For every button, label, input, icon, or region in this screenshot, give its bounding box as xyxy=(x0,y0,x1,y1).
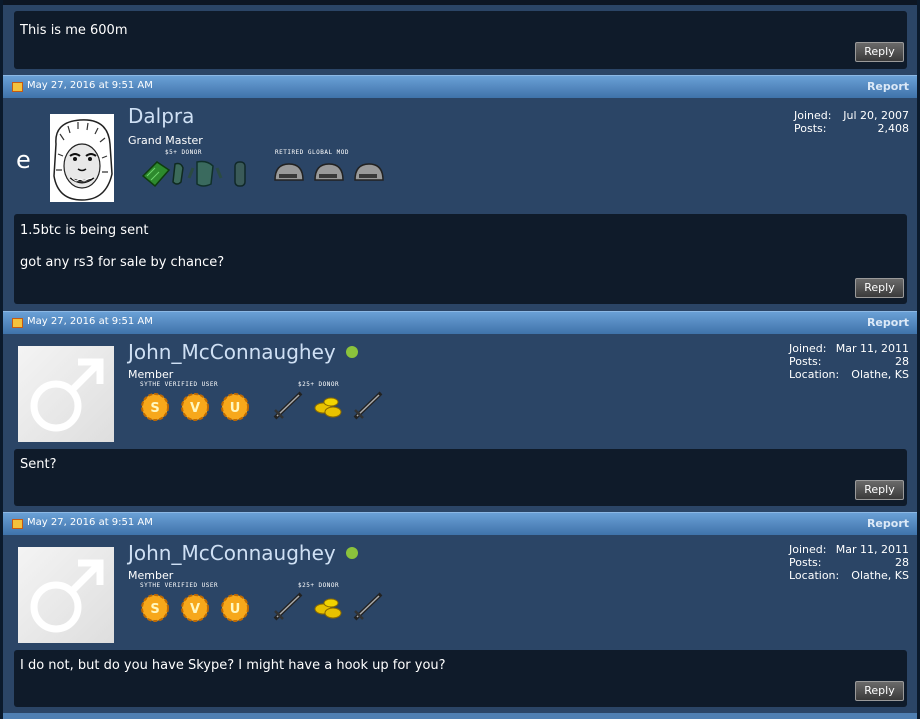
avatar-side-letter: e xyxy=(16,146,31,174)
svg-text:U: U xyxy=(230,401,241,416)
gold-coins-icon xyxy=(314,598,342,619)
user-title: Member xyxy=(128,569,174,582)
yeti-face-icon xyxy=(53,119,113,201)
post-message-text: Sent? xyxy=(20,457,57,472)
male-symbol-icon xyxy=(30,559,104,633)
badge-group-label-retired-mod: RETIRED GLOBAL MOD xyxy=(275,149,350,156)
reply-button[interactable]: Reply xyxy=(855,278,904,298)
post-header: May 27, 2016 at 9:51 AM Report xyxy=(3,512,917,535)
post-message-text: 1.5btc is being sent got any rs3 for sal… xyxy=(20,223,225,270)
stat-location: Location: Olathe, KS xyxy=(789,569,909,582)
svg-text:S: S xyxy=(150,401,159,416)
stat-joined: Joined: Jul 20, 2007 xyxy=(794,109,909,122)
reply-button[interactable]: Reply xyxy=(855,480,904,500)
stat-posts: Posts: 2,408 xyxy=(794,122,909,135)
post-status-icon xyxy=(12,82,23,92)
mod-helmet-icons xyxy=(274,163,384,181)
user-title: Grand Master xyxy=(128,134,203,147)
username[interactable]: Dalpra xyxy=(128,104,194,128)
avatar[interactable] xyxy=(18,346,114,442)
post-date: May 27, 2016 at 9:51 AM xyxy=(27,80,153,91)
male-symbol-icon xyxy=(30,358,104,432)
helmet-icon xyxy=(274,163,304,181)
sythe-badge-icon: S xyxy=(141,393,169,421)
reply-button[interactable]: Reply xyxy=(855,681,904,701)
post-status-icon xyxy=(12,519,23,529)
post-date: May 27, 2016 at 9:51 AM xyxy=(27,316,153,327)
top-border xyxy=(3,0,917,5)
report-link[interactable]: Report xyxy=(867,316,909,329)
post-userinfo: e Dalpra Grand Master $5+ DONOR RETIRED … xyxy=(3,98,917,214)
badge-group-label-donor: $25+ DONOR xyxy=(298,582,340,589)
post-date: May 27, 2016 at 9:51 AM xyxy=(27,517,153,528)
thread-container: This is me 600m Reply May 27, 2016 at 9:… xyxy=(3,0,917,719)
sythe-badge-icon: S xyxy=(141,594,169,622)
badge-group-label-verified: SYTHE VERIFIED USER xyxy=(140,381,219,388)
username[interactable]: John_McConnaughey xyxy=(128,340,358,364)
badge-group-label-donor: $5+ DONOR xyxy=(165,149,203,156)
report-link[interactable]: Report xyxy=(867,517,909,530)
verified-badges: S V U xyxy=(140,593,252,623)
stat-posts: Posts: 28 xyxy=(789,355,909,368)
user-badge-icon: U xyxy=(221,393,249,421)
online-status-icon xyxy=(345,546,358,559)
svg-text:V: V xyxy=(190,401,200,416)
post-message-box: 1.5btc is being sent got any rs3 for sal… xyxy=(14,214,907,304)
user-stats: Joined: Jul 20, 2007 Posts: 2,408 xyxy=(794,109,909,135)
stat-location: Location: Olathe, KS xyxy=(789,368,909,381)
donor-items-icon xyxy=(273,592,383,621)
post-userinfo: John_McConnaughey Member SYTHE VERIFIED … xyxy=(3,535,917,650)
badge-group-label-donor: $25+ DONOR xyxy=(298,381,340,388)
verified-badges: S V U xyxy=(140,392,252,422)
badge-group-label-verified: SYTHE VERIFIED USER xyxy=(140,582,219,589)
post-message-text: I do not, but do you have Skype? I might… xyxy=(20,658,446,673)
svg-text:U: U xyxy=(230,602,241,617)
post-userinfo: John_McConnaughey Member SYTHE VERIFIED … xyxy=(3,334,917,449)
verified-badge-icon: V xyxy=(181,393,209,421)
report-link[interactable]: Report xyxy=(867,80,909,93)
post-message-text: This is me 600m xyxy=(20,23,128,38)
post-status-icon xyxy=(12,318,23,328)
verified-badge-icon: V xyxy=(181,594,209,622)
user-stats: Joined: Mar 11, 2011 Posts: 28 Location: Ol… xyxy=(789,543,909,582)
post-message-box: Sent? Reply xyxy=(14,449,907,506)
avatar[interactable] xyxy=(50,114,114,202)
stat-joined: Joined: Mar 11, 2011 xyxy=(789,543,909,556)
donor-items-icon xyxy=(273,391,383,420)
stat-joined: Joined: Mar 11, 2011 xyxy=(789,342,909,355)
reply-button[interactable]: Reply xyxy=(855,42,904,62)
user-stats: Joined: Mar 11, 2011 Posts: 28 Location: Ol… xyxy=(789,342,909,381)
avatar[interactable] xyxy=(18,547,114,643)
gold-coins-icon xyxy=(314,397,342,418)
user-badge-icon: U xyxy=(221,594,249,622)
online-status-icon xyxy=(345,345,358,358)
username[interactable]: John_McConnaughey xyxy=(128,541,358,565)
svg-text:S: S xyxy=(150,602,159,617)
next-post-header-edge xyxy=(3,713,917,719)
post-header: May 27, 2016 at 9:51 AM Report xyxy=(3,75,917,98)
user-title: Member xyxy=(128,368,174,381)
post-message-box: This is me 600m Reply xyxy=(14,11,907,69)
post-message-box: I do not, but do you have Skype? I might… xyxy=(14,650,907,707)
svg-text:V: V xyxy=(190,602,200,617)
post-header: May 27, 2016 at 9:51 AM Report xyxy=(3,311,917,334)
stat-posts: Posts: 28 xyxy=(789,556,909,569)
donor-items-icon xyxy=(141,160,246,188)
